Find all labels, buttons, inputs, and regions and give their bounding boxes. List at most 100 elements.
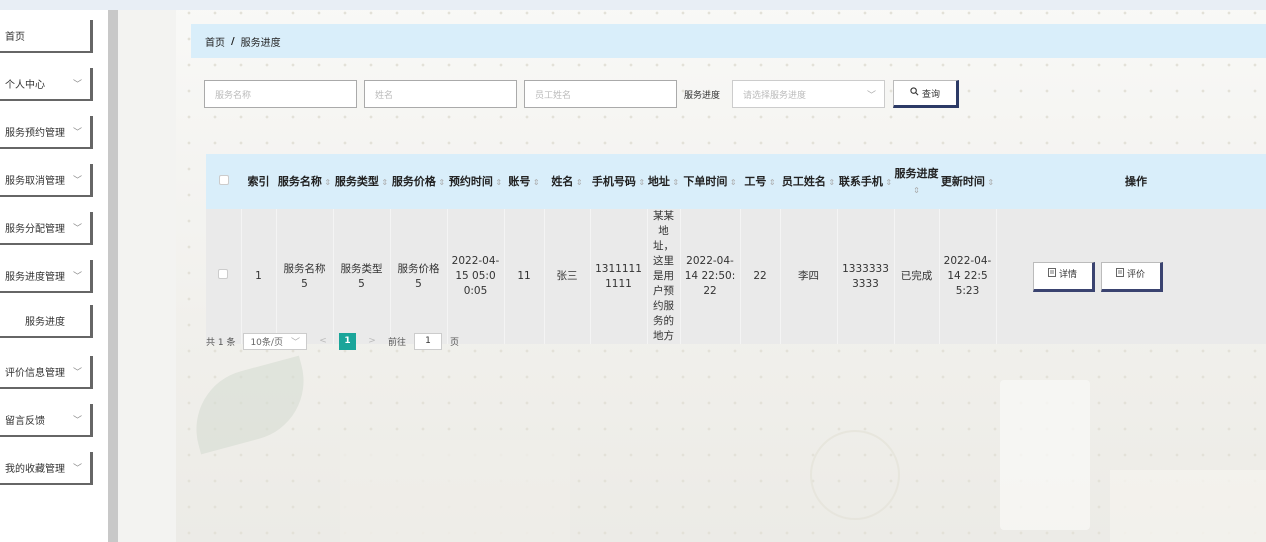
chevron-down-icon: ﹀ xyxy=(72,224,82,234)
table-header-cell[interactable]: 姓名 ⇕ xyxy=(544,154,590,209)
employee-name-input[interactable]: 员工姓名 xyxy=(524,80,677,108)
sort-icon[interactable]: ⇕ xyxy=(826,178,835,187)
table-header-cell[interactable]: 地址 ⇕ xyxy=(647,154,680,209)
table-cell-phone: 13111111111 xyxy=(590,209,648,344)
sort-icon[interactable]: ⇕ xyxy=(766,178,776,187)
sidebar-item[interactable]: 首页 xyxy=(0,20,93,53)
table-cell-service-type: 服务类型5 xyxy=(333,209,391,344)
table-header-label: 账号 xyxy=(508,174,531,188)
table-header-label: 服务类型 xyxy=(334,174,379,188)
page-unit-label: 页 xyxy=(449,337,459,348)
table-header-cell[interactable]: 服务名称 ⇕ xyxy=(276,154,333,209)
prev-page-icon[interactable]: < xyxy=(315,336,331,346)
sidebar-scroll-strip xyxy=(108,10,118,542)
pagination: 共 1 条 10条/页 ﹀ < 1 > 前往 1 页 xyxy=(206,332,459,350)
review-button-label: 评价 xyxy=(1126,270,1145,280)
table-header-cell[interactable]: 预约时间 ⇕ xyxy=(447,154,504,209)
sidebar-item[interactable]: 我的收藏管理 ﹀ xyxy=(0,452,93,485)
table-cell-appointment-time: 2022-04-15 05:00:05 xyxy=(447,209,505,344)
table-header-cell[interactable]: 下单时间 ⇕ xyxy=(680,154,740,209)
table-header-cell[interactable]: 服务类型 ⇕ xyxy=(333,154,390,209)
table-header-cell[interactable]: 手机号码 ⇕ xyxy=(590,154,647,209)
breadcrumb-current: 服务进度 xyxy=(240,37,281,49)
review-icon xyxy=(1116,268,1124,283)
sort-icon[interactable]: ⇕ xyxy=(530,178,540,187)
progress-select-placeholder: 请选择服务进度 xyxy=(743,90,807,101)
table-header-cell[interactable]: 服务价格 ⇕ xyxy=(390,154,447,209)
table-header-label: 地址 xyxy=(647,174,670,188)
goto-page-input[interactable]: 1 xyxy=(413,332,442,350)
sidebar-item-label: 评价信息管理 xyxy=(5,368,65,379)
sidebar-item[interactable]: 服务进度管理 ﹀ xyxy=(0,260,93,293)
sort-icon[interactable]: ⇕ xyxy=(670,178,679,187)
sort-icon[interactable]: ⇕ xyxy=(913,186,920,195)
table-header-cell[interactable]: 工号 ⇕ xyxy=(740,154,780,209)
sort-icon[interactable]: ⇕ xyxy=(493,178,502,187)
sidebar-item-label: 服务进度管理 xyxy=(5,272,65,283)
data-table: 索引 服务名称 ⇕ 服务类型 ⇕ 服务价格 ⇕ 预约时间 ⇕ 账号 ⇕ 姓名 ⇕ 手机号码 ⇕… xyxy=(206,154,1266,344)
sidebar-item[interactable]: 留言反馈 ﹀ xyxy=(0,404,93,437)
goto-label: 前往 xyxy=(387,337,406,348)
review-button[interactable]: 评价 xyxy=(1100,261,1163,292)
table-header-label: 更新时间 xyxy=(940,174,985,188)
sort-icon[interactable]: ⇕ xyxy=(436,178,445,187)
detail-button[interactable]: 详情 xyxy=(1032,261,1095,292)
sort-icon[interactable]: ⇕ xyxy=(985,178,994,187)
table-header-label: 服务名称 xyxy=(277,174,322,188)
sidebar-item[interactable]: 服务预约管理 ﹀ xyxy=(0,116,93,149)
service-name-input[interactable]: 服务名称 xyxy=(204,80,357,108)
table-header-label: 手机号码 xyxy=(591,174,636,188)
sidebar-item[interactable]: 个人中心 ﹀ xyxy=(0,68,93,101)
table-body: 1 服务名称5 服务类型5 服务价格5 2022-04-15 05:00:05 11 张三 1… xyxy=(206,209,1266,344)
query-button-label: 查询 xyxy=(921,89,940,100)
page-size-value: 10条/页 xyxy=(250,337,283,348)
table-header-cell[interactable]: 账号 ⇕ xyxy=(504,154,544,209)
sidebar-item-label: 我的收藏管理 xyxy=(5,464,65,475)
table-cell-service-price: 服务价格5 xyxy=(390,209,448,344)
select-all-checkbox[interactable] xyxy=(218,175,229,185)
detail-button-label: 详情 xyxy=(1058,270,1077,280)
query-button[interactable]: 查询 xyxy=(893,80,959,108)
sort-icon[interactable]: ⇕ xyxy=(379,178,388,187)
sort-icon[interactable]: ⇕ xyxy=(322,178,331,187)
table-header-row: 索引 服务名称 ⇕ 服务类型 ⇕ 服务价格 ⇕ 预约时间 ⇕ 账号 ⇕ 姓名 ⇕ 手机号码 ⇕… xyxy=(206,154,1266,209)
sort-icon[interactable]: ⇕ xyxy=(636,178,645,187)
chevron-down-icon: ﹀ xyxy=(72,464,82,474)
sidebar-item-label: 留言反馈 xyxy=(5,416,45,427)
table-header-cell[interactable]: 更新时间 ⇕ xyxy=(939,154,996,209)
chevron-down-icon: ﹀ xyxy=(866,90,876,101)
chevron-down-icon: ﹀ xyxy=(290,337,300,348)
sidebar-item-label: 首页 xyxy=(5,32,25,43)
table-header-label: 联系手机 xyxy=(838,174,883,188)
table-header-cell[interactable]: 联系手机 ⇕ xyxy=(837,154,894,209)
sidebar-item[interactable]: 服务分配管理 ﹀ xyxy=(0,212,93,245)
sidebar-item[interactable]: 评价信息管理 ﹀ xyxy=(0,356,93,389)
page-size-select[interactable]: 10条/页 ﹀ xyxy=(243,332,307,350)
table-header-label: 服务价格 xyxy=(391,174,436,188)
table-header-label: 姓名 xyxy=(551,174,574,188)
sidebar-item[interactable]: 服务取消管理 ﹀ xyxy=(0,164,93,197)
name-input[interactable]: 姓名 xyxy=(364,80,517,108)
sort-icon[interactable]: ⇕ xyxy=(727,178,737,187)
progress-label: 服务进度 xyxy=(684,90,721,101)
sidebar-item[interactable]: 服务进度 xyxy=(0,305,93,338)
next-page-icon[interactable]: > xyxy=(364,336,380,346)
row-checkbox[interactable] xyxy=(218,269,229,279)
table-cell-employee-no: 22 xyxy=(740,209,781,344)
detail-icon xyxy=(1048,268,1056,283)
table-cell-progress: 已完成 xyxy=(894,209,940,344)
table-header-cell[interactable]: 员工姓名 ⇕ xyxy=(780,154,837,209)
background-block-decoration xyxy=(340,440,570,542)
chevron-down-icon: ﹀ xyxy=(72,368,82,378)
page-number-current[interactable]: 1 xyxy=(338,332,356,350)
sort-icon[interactable]: ⇕ xyxy=(883,178,892,187)
sort-icon[interactable]: ⇕ xyxy=(573,178,583,187)
table-header-cell[interactable]: 服务进度 ⇕ xyxy=(894,154,939,209)
breadcrumb-separator: / xyxy=(231,35,235,47)
progress-select[interactable]: 请选择服务进度 ﹀ xyxy=(732,80,885,108)
breadcrumb-home[interactable]: 首页 xyxy=(205,34,225,49)
table-header-cell: 操作 xyxy=(996,154,1266,209)
table-cell-name: 张三 xyxy=(544,209,591,344)
table-header-label: 服务进度 xyxy=(894,166,939,180)
sidebar-item-label: 服务取消管理 xyxy=(5,176,65,187)
